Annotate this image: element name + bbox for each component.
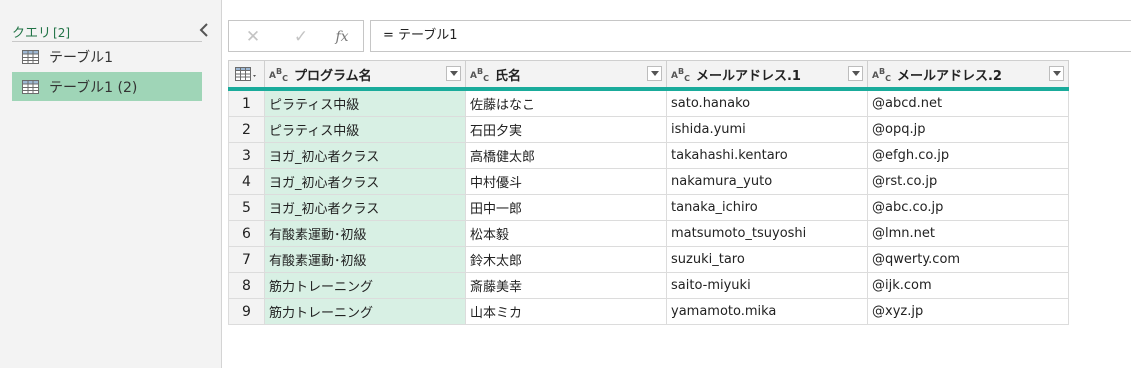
cell-email2[interactable]: @abcd.net	[867, 88, 1069, 117]
column-filter-dropdown[interactable]	[647, 66, 662, 81]
queries-pane: クエリ [2] テーブル1 テーブル1 (2)	[0, 0, 222, 368]
cell-name[interactable]: 山本ミカ	[465, 298, 667, 325]
cell-email1[interactable]: yamamoto.mika	[666, 298, 868, 325]
cell-name[interactable]: 鈴木太郎	[465, 246, 667, 273]
column-header-label: 氏名	[494, 68, 521, 84]
cell-email2[interactable]: @ijk.com	[867, 272, 1069, 299]
cell-name[interactable]: 石田夕実	[465, 116, 667, 143]
table-row: 6 有酸素運動･初級 松本毅 matsumoto_tsuyoshi @lmn.net	[228, 220, 1069, 247]
query-item-label: テーブル1	[49, 49, 114, 66]
cell-program[interactable]: ピラティス中級	[264, 116, 466, 143]
cell-name[interactable]: 高橋健太郎	[465, 142, 667, 169]
cell-email2[interactable]: @efgh.co.jp	[867, 142, 1069, 169]
column-header-email2[interactable]: ABC メールアドレス.2	[867, 60, 1069, 91]
fx-icon[interactable]: fx	[332, 28, 352, 46]
row-number[interactable]: 1	[228, 88, 265, 117]
cell-program[interactable]: ピラティス中級	[264, 88, 466, 117]
row-number[interactable]: 5	[228, 194, 265, 221]
table-row: 2 ピラティス中級 石田夕実 ishida.yumi @opq.jp	[228, 116, 1069, 143]
cell-program[interactable]: 有酸素運動･初級	[264, 220, 466, 247]
table-menu-button[interactable]	[228, 60, 265, 91]
row-number[interactable]: 3	[228, 142, 265, 169]
cell-name[interactable]: 中村優斗	[465, 168, 667, 195]
row-number[interactable]: 8	[228, 272, 265, 299]
column-filter-dropdown[interactable]	[1049, 66, 1064, 81]
table-row: 7 有酸素運動･初級 鈴木太郎 suzuki_taro @qwerty.com	[228, 246, 1069, 273]
data-grid: ABC プログラム名 ABC 氏名 ABC メールアドレス.1 ABC メールアドレス.…	[228, 60, 1069, 325]
column-filter-dropdown[interactable]	[446, 66, 461, 81]
table-grid-icon	[235, 67, 256, 81]
cell-name[interactable]: 松本毅	[465, 220, 667, 247]
cancel-icon[interactable]: ✕	[243, 28, 263, 46]
cell-email2[interactable]: @opq.jp	[867, 116, 1069, 143]
cell-email1[interactable]: takahashi.kentaro	[666, 142, 868, 169]
queries-count: [2]	[53, 26, 71, 40]
row-number[interactable]: 4	[228, 168, 265, 195]
cell-program[interactable]: 筋力トレーニング	[264, 298, 466, 325]
column-header-label: プログラム名	[293, 68, 372, 84]
query-item-table1-2[interactable]: テーブル1 (2)	[12, 72, 202, 101]
cell-email2[interactable]: @lmn.net	[867, 220, 1069, 247]
row-number[interactable]: 2	[228, 116, 265, 143]
cell-email1[interactable]: ishida.yumi	[666, 116, 868, 143]
column-header-name[interactable]: ABC 氏名	[465, 60, 667, 91]
queries-title: クエリ	[12, 26, 52, 41]
cell-name[interactable]: 斎藤美幸	[465, 272, 667, 299]
table-row: 8 筋力トレーニング 斎藤美幸 saito-miyuki @ijk.com	[228, 272, 1069, 299]
text-type-icon[interactable]: ABC	[269, 67, 288, 83]
cell-name[interactable]: 田中一郎	[465, 194, 667, 221]
cell-email1[interactable]: tanaka_ichiro	[666, 194, 868, 221]
formula-buttons: ✕ ✓ fx	[228, 20, 364, 52]
row-number[interactable]: 9	[228, 298, 265, 325]
text-type-icon[interactable]: ABC	[872, 67, 891, 83]
cell-program[interactable]: 有酸素運動･初級	[264, 246, 466, 273]
cell-email1[interactable]: sato.hanako	[666, 88, 868, 117]
query-item-table1[interactable]: テーブル1	[12, 42, 202, 71]
cell-email2[interactable]: @qwerty.com	[867, 246, 1069, 273]
column-filter-dropdown[interactable]	[848, 66, 863, 81]
cell-email1[interactable]: saito-miyuki	[666, 272, 868, 299]
column-header-program[interactable]: ABC プログラム名	[264, 60, 466, 91]
cell-email2[interactable]: @xyz.jp	[867, 298, 1069, 325]
row-number[interactable]: 6	[228, 220, 265, 247]
row-number[interactable]: 7	[228, 246, 265, 273]
column-header-label: メールアドレス.2	[896, 68, 1002, 84]
cell-email1[interactable]: nakamura_yuto	[666, 168, 868, 195]
cell-email2[interactable]: @rst.co.jp	[867, 168, 1069, 195]
text-type-icon[interactable]: ABC	[671, 67, 690, 83]
table-row: 9 筋力トレーニング 山本ミカ yamamoto.mika @xyz.jp	[228, 298, 1069, 325]
formula-input[interactable]: = テーブル1	[370, 20, 1131, 52]
cell-email1[interactable]: suzuki_taro	[666, 246, 868, 273]
table-row: 5 ヨガ_初心者クラス 田中一郎 tanaka_ichiro @abc.co.jp	[228, 194, 1069, 221]
cell-name[interactable]: 佐藤はなこ	[465, 88, 667, 117]
table-row: 4 ヨガ_初心者クラス 中村優斗 nakamura_yuto @rst.co.jp	[228, 168, 1069, 195]
confirm-icon[interactable]: ✓	[291, 28, 311, 46]
queries-header: クエリ [2]	[12, 22, 70, 41]
query-item-label: テーブル1 (2)	[49, 79, 138, 96]
cell-email1[interactable]: matsumoto_tsuyoshi	[666, 220, 868, 247]
cell-email2[interactable]: @abc.co.jp	[867, 194, 1069, 221]
cell-program[interactable]: ヨガ_初心者クラス	[264, 168, 466, 195]
header-row: ABC プログラム名 ABC 氏名 ABC メールアドレス.1 ABC メールアドレス.…	[228, 60, 1069, 91]
collapse-pane-icon[interactable]	[198, 22, 212, 38]
table-icon	[22, 79, 39, 94]
formula-bar: ✕ ✓ fx = テーブル1	[228, 20, 1131, 52]
table-row: 1 ピラティス中級 佐藤はなこ sato.hanako @abcd.net	[228, 88, 1069, 117]
column-header-email1[interactable]: ABC メールアドレス.1	[666, 60, 868, 91]
column-header-label: メールアドレス.1	[695, 68, 801, 84]
cell-program[interactable]: ヨガ_初心者クラス	[264, 194, 466, 221]
cell-program[interactable]: ヨガ_初心者クラス	[264, 142, 466, 169]
table-icon	[22, 49, 39, 64]
cell-program[interactable]: 筋力トレーニング	[264, 272, 466, 299]
table-row: 3 ヨガ_初心者クラス 高橋健太郎 takahashi.kentaro @efgh.co…	[228, 142, 1069, 169]
text-type-icon[interactable]: ABC	[470, 67, 489, 83]
